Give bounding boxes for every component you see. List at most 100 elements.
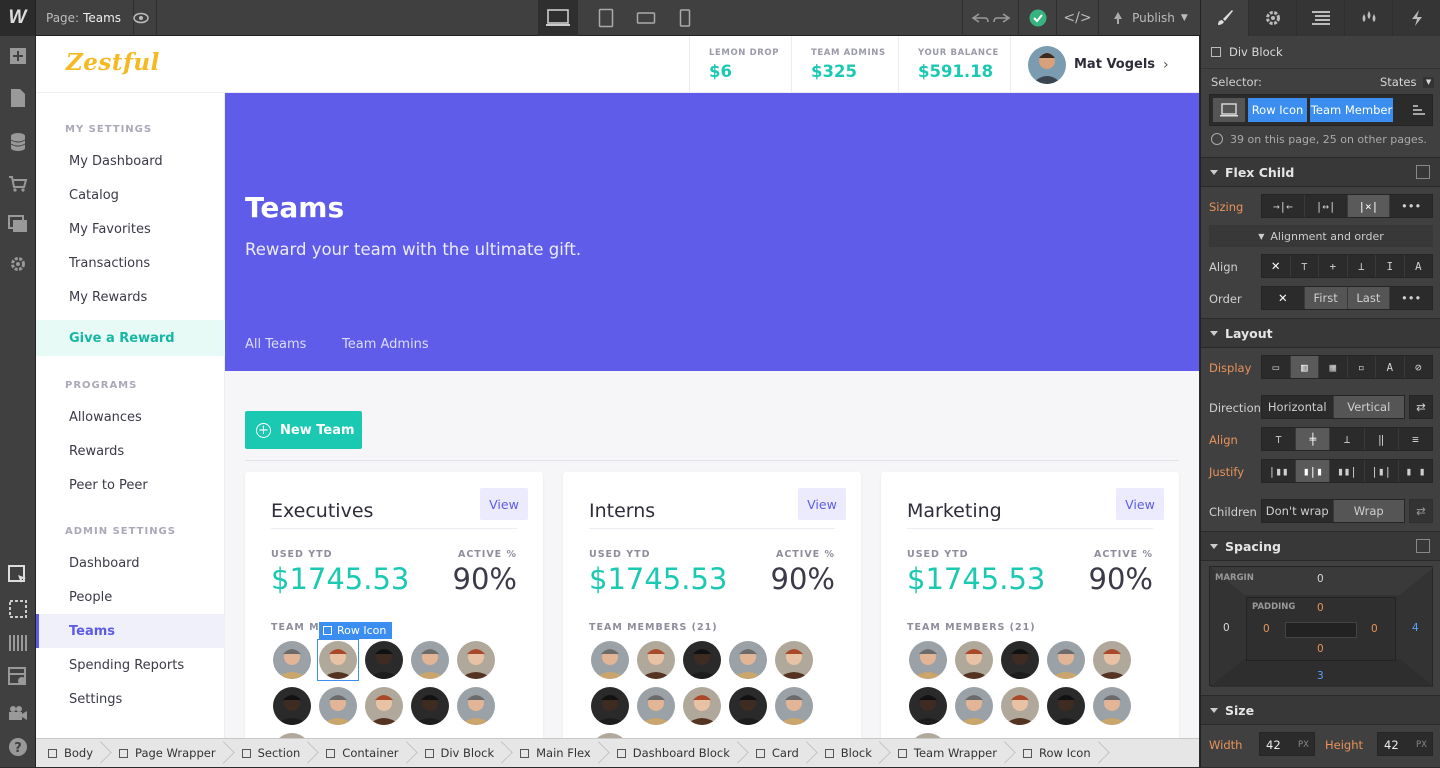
sidebar-item-my-dashboard[interactable]: My Dashboard [36, 144, 225, 178]
team-member-avatar[interactable] [1001, 641, 1039, 679]
team-member-avatar[interactable] [637, 687, 675, 725]
assets-images-icon[interactable] [0, 206, 36, 242]
sidebar-item-dashboard[interactable]: Dashboard [36, 546, 225, 580]
team-member-avatar[interactable] [637, 641, 675, 679]
spacing-section-header[interactable]: Spacing [1201, 531, 1440, 561]
page-selector[interactable]: Page: Teams [36, 0, 135, 36]
order-control[interactable]: ✕ First Last ••• [1261, 286, 1433, 310]
team-member-avatar[interactable] [775, 641, 813, 679]
selection-box-icon[interactable] [0, 591, 36, 627]
breadcrumb-item[interactable]: Row Icon [1011, 739, 1105, 768]
mobile-portrait-view-icon[interactable] [665, 0, 705, 36]
breadcrumb-item[interactable]: Dashboard Block [605, 739, 744, 768]
order-last[interactable]: Last [1347, 287, 1391, 309]
direction-vertical[interactable]: Vertical [1333, 396, 1404, 418]
team-member-avatar[interactable] [411, 687, 449, 725]
breakpoint-desktop-icon[interactable] [1213, 98, 1245, 122]
selector-tag-team-member[interactable]: Team Member [1310, 98, 1393, 122]
lightning-bolt-icon[interactable] [1393, 0, 1440, 36]
alignment-order-toggle[interactable]: ▼ Alignment and order [1209, 225, 1433, 247]
sidebar-item-catalog[interactable]: Catalog [36, 178, 225, 212]
preview-eye-icon[interactable] [125, 0, 157, 36]
element-settings-gear-icon[interactable] [1249, 0, 1297, 36]
team-member-avatar[interactable] [591, 687, 629, 725]
align-items-baseline-icon[interactable]: ≡ [1399, 428, 1432, 450]
display-block-icon[interactable]: ▭ [1262, 356, 1291, 378]
display-inline-icon[interactable]: A [1376, 356, 1405, 378]
align-items-center-icon[interactable]: ╪ [1296, 428, 1331, 450]
team-member-avatar[interactable] [955, 687, 993, 725]
select-element-icon[interactable] [0, 557, 36, 593]
display-flex-icon[interactable]: ▥ [1290, 356, 1319, 378]
team-member-avatar[interactable] [1047, 687, 1085, 725]
team-member-avatar[interactable] [273, 641, 311, 679]
align-baseline-icon[interactable]: A [1405, 255, 1433, 277]
expand-arrow-icon[interactable] [1416, 165, 1430, 179]
cms-database-icon[interactable] [0, 124, 36, 160]
justify-between-icon[interactable]: |▮| [1365, 460, 1399, 482]
team-member-avatar[interactable] [1001, 687, 1039, 725]
view-button[interactable]: View [480, 488, 528, 520]
justify-end-icon[interactable]: ▮▮| [1330, 460, 1365, 482]
sidebar-item-spending-reports[interactable]: Spending Reports [36, 648, 225, 682]
pages-icon[interactable] [0, 80, 36, 116]
grow-icon[interactable]: |↔| [1305, 195, 1348, 217]
justify-start-icon[interactable]: |▮▮ [1262, 460, 1297, 482]
add-panel-icon[interactable] [0, 38, 36, 74]
breadcrumb-item[interactable]: Team Wrapper [886, 739, 1011, 768]
breadcrumb-item[interactable]: Body [36, 739, 107, 768]
team-member-avatar[interactable] [273, 687, 311, 725]
padding-right-value[interactable]: 0 [1371, 623, 1378, 635]
more-options-icon[interactable]: ••• [1390, 195, 1432, 217]
sidebar-item-transactions[interactable]: Transactions [36, 246, 225, 280]
padding-left-value[interactable]: 0 [1263, 623, 1270, 635]
align-start-icon[interactable]: ⊤ [1291, 255, 1319, 277]
states-dropdown[interactable]: States ▼ [1380, 75, 1435, 89]
breadcrumb-item[interactable]: Container [314, 739, 412, 768]
team-member-avatar[interactable] [775, 687, 813, 725]
design-canvas[interactable]: Zestful LEMON DROP $6 TEAM ADMINS $325 Y… [36, 36, 1199, 738]
margin-box[interactable]: MARGIN 0 0 4 3 PADDING 0 0 0 0 [1209, 566, 1434, 687]
spacing-expand-icon[interactable] [1416, 539, 1430, 553]
width-input[interactable]: 42 PX [1259, 732, 1315, 756]
style-brush-icon[interactable] [1201, 0, 1249, 36]
video-tutorials-icon[interactable] [0, 695, 36, 731]
navigator-icon[interactable] [0, 625, 36, 661]
team-member-avatar[interactable] [729, 641, 767, 679]
team-member-avatar[interactable] [909, 641, 947, 679]
layout-section-header[interactable]: Layout [1201, 318, 1440, 348]
reverse-wrap-icon[interactable]: ⇄ [1409, 499, 1433, 523]
breadcrumb-item[interactable]: Main Flex [508, 739, 605, 768]
publish-button[interactable]: Publish ▼ [1098, 0, 1200, 36]
flex-child-section-header[interactable]: Flex Child [1201, 157, 1440, 187]
align-items-control[interactable]: ⊤ ╪ ⊥ ‖ ≡ [1261, 427, 1433, 451]
margin-top-value[interactable]: 0 [1317, 573, 1324, 585]
selector-tag-row-icon[interactable]: Row Icon [1248, 98, 1307, 122]
display-control[interactable]: ▭ ▥ ▦ ▫ A ⊘ [1261, 355, 1433, 379]
user-menu[interactable]: Mat Vogels › [1010, 36, 1199, 93]
team-member-avatar[interactable] [955, 641, 993, 679]
direction-control[interactable]: Horizontal Vertical [1261, 395, 1405, 419]
tab-all-teams[interactable]: All Teams [245, 337, 306, 352]
settings-gear-icon[interactable] [0, 246, 36, 282]
style-manager-icon[interactable] [0, 659, 36, 695]
team-member-avatar[interactable] [683, 687, 721, 725]
tab-team-admins[interactable]: Team Admins [342, 337, 429, 352]
padding-box[interactable]: PADDING 0 0 0 0 [1246, 597, 1396, 661]
webflow-logo[interactable]: W [0, 0, 36, 36]
align-auto-icon[interactable]: ✕ [1262, 255, 1291, 277]
undo-redo[interactable] [962, 0, 1018, 36]
team-member-avatar[interactable] [457, 641, 495, 679]
margin-right-value[interactable]: 4 [1412, 622, 1419, 634]
sidebar-item-teams[interactable]: Teams [36, 614, 225, 648]
size-section-header[interactable]: Size [1201, 695, 1440, 725]
selector-menu-icon[interactable] [1407, 98, 1431, 122]
sidebar-item-my-favorites[interactable]: My Favorites [36, 212, 225, 246]
ecommerce-cart-icon[interactable] [0, 166, 36, 202]
align-self-control[interactable]: ✕ ⊤ + ⊥ I A [1261, 254, 1433, 278]
justify-around-icon[interactable]: ▮ ▮ [1399, 460, 1432, 482]
team-member-avatar[interactable] [457, 687, 495, 725]
width-unit[interactable]: PX [1298, 740, 1309, 750]
team-member-avatar[interactable] [591, 641, 629, 679]
sidebar-item-rewards[interactable]: Rewards [36, 434, 225, 468]
